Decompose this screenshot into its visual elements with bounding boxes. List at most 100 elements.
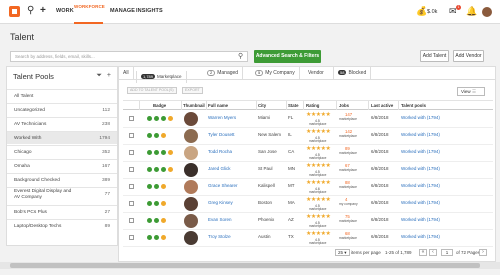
state-cell: MT <box>288 183 295 188</box>
talent-pool-link[interactable]: Worked with (1794) <box>401 166 440 171</box>
table-row[interactable]: Tyler Dousett New Salem IL ★★★★★ 4.5 marketpl… <box>123 128 493 145</box>
next-page-button[interactable]: › <box>479 249 487 256</box>
full-name-link[interactable]: Troy Stolze <box>208 234 231 239</box>
rating-source: marketplace <box>309 122 327 126</box>
talent-pool-link[interactable]: Worked with (1794) <box>401 200 440 205</box>
row-checkbox[interactable] <box>129 150 134 155</box>
pool-item-uncategorized[interactable]: Uncategorized 112 <box>7 103 117 116</box>
scrollbar-thumb[interactable] <box>10 263 480 268</box>
full-name-link[interactable]: Tyler Dousett <box>208 132 235 137</box>
first-page-button[interactable]: « <box>419 249 427 256</box>
budget-display[interactable]: $.0k <box>427 9 437 15</box>
pool-item-everest[interactable]: Everest Digital Display and AV Company 77 <box>7 187 117 204</box>
search-icon[interactable]: ⚲ <box>27 5 34 17</box>
table-row[interactable]: Evan Soren Phoenix AZ ★★★★★ 4.5 marketplace 75… <box>123 213 493 230</box>
search-input[interactable]: Search by address, fields, email, skills… <box>10 51 248 62</box>
talent-pool-link[interactable]: Worked with (1794) <box>401 183 440 188</box>
col-state[interactable]: State <box>288 103 299 108</box>
add-to-pool-button[interactable]: ADD TO TALENT POOL(S) <box>127 87 177 94</box>
tab-my-company[interactable]: 5 My Company <box>251 67 300 79</box>
export-button[interactable]: EXPORT <box>182 87 203 94</box>
add-vendor-button[interactable]: Add Vendor <box>453 50 484 62</box>
add-icon[interactable]: + <box>40 5 46 17</box>
pool-item-chicago[interactable]: Chicago 352 <box>7 145 117 158</box>
advanced-search-button[interactable]: Advanced Search & Filters <box>254 50 321 63</box>
col-rating[interactable]: Rating <box>306 103 319 108</box>
last-active-cell: 6/8/2018 <box>371 217 389 222</box>
add-talent-button[interactable]: Add Talent <box>420 50 449 62</box>
badge-icon <box>147 167 152 172</box>
state-cell: FL <box>288 115 294 120</box>
pool-item-background-checked[interactable]: Background Checked 389 <box>7 173 117 186</box>
talent-pool-link[interactable]: Worked with (1794) <box>401 234 440 239</box>
per-page-select[interactable]: 25 ▾ <box>335 249 350 256</box>
row-checkbox[interactable] <box>129 133 134 138</box>
badge-icon <box>161 116 166 121</box>
col-jobs[interactable]: Jobs <box>339 103 349 108</box>
col-badge[interactable]: Badge <box>153 103 166 108</box>
app-logo[interactable] <box>9 6 20 17</box>
user-avatar[interactable] <box>482 7 492 17</box>
full-name-link[interactable]: Grace Shearer <box>208 183 238 188</box>
row-checkbox[interactable] <box>129 218 134 223</box>
talent-pool-link[interactable]: Worked with (1794) <box>401 132 440 137</box>
row-checkbox[interactable] <box>129 167 134 172</box>
tab-blocked[interactable]: 58 Blocked <box>334 67 372 79</box>
page-input[interactable]: 1 <box>441 249 453 256</box>
pool-item-av-technicians[interactable]: AV Technicians 238 <box>7 117 117 130</box>
nav-work[interactable]: WORK <box>56 8 74 14</box>
full-name-link[interactable]: Todd Rocha <box>208 149 232 154</box>
nav-manage[interactable]: MANAGE <box>110 8 135 14</box>
tab-marketplace[interactable]: 1,789 Marketplace <box>136 71 187 83</box>
talent-pool-link[interactable]: Worked with (1794) <box>401 115 440 120</box>
col-full-name[interactable]: Full name <box>208 103 228 108</box>
nav-workforce[interactable]: WORKFORCE <box>74 4 105 9</box>
table-row[interactable]: Troy Stolze Austin TX ★★★★★ 4.5 marketplace 68… <box>123 230 493 247</box>
talent-pool-link[interactable]: Worked with (1794) <box>401 217 440 222</box>
table-row[interactable]: Warren Myers Miami FL ★★★★★ 4.5 marketplace 14… <box>123 111 493 128</box>
pool-item-omaha[interactable]: Omaha 167 <box>7 159 117 172</box>
pool-item-all-talent[interactable]: All Talent <box>7 89 117 102</box>
row-checkbox[interactable] <box>129 116 134 121</box>
full-name-link[interactable]: Jared Glick <box>208 166 231 171</box>
row-checkbox[interactable] <box>129 201 134 206</box>
bottom-band <box>0 269 500 275</box>
filter-icon[interactable]: ⏷ <box>96 72 102 79</box>
bell-icon[interactable]: 🔔 <box>466 6 477 16</box>
state-cell: CA <box>288 149 295 154</box>
col-city[interactable]: City <box>258 103 266 108</box>
col-thumbnail[interactable]: Thumbnail <box>183 103 205 108</box>
badge-icon <box>154 133 159 138</box>
col-last-active[interactable]: Last active <box>371 103 393 108</box>
horizontal-scrollbar[interactable] <box>0 262 500 269</box>
pool-item-worked-with[interactable]: Worked With 1794 <box>7 131 117 144</box>
col-talent-pools[interactable]: Talent pools <box>401 103 426 108</box>
table-row[interactable]: Greg Kinsey Boston MA ★★★★★ 4.5 marketplace 4 m… <box>123 196 493 213</box>
view-toggle-button[interactable]: View ☰ <box>457 87 485 96</box>
search-icon[interactable]: ⚲ <box>238 52 243 60</box>
table-row[interactable]: Grace Shearer Kalispell MT ★★★★★ 4.6 marketpl… <box>123 179 493 196</box>
badge-icon <box>168 116 173 121</box>
prev-page-button[interactable]: ‹ <box>429 249 437 256</box>
pools-actions: ⏷ + <box>96 72 111 80</box>
nav-insights[interactable]: INSIGHTS <box>136 8 163 14</box>
pool-label: Bob's PCs Plus <box>14 210 47 215</box>
table-row[interactable]: Todd Rocha San Jose CA ★★★★★ 4.5 marketplace 8… <box>123 145 493 162</box>
full-name-link[interactable]: Greg Kinsey <box>208 200 233 205</box>
pool-label: Uncategorized <box>14 108 45 113</box>
row-checkbox[interactable] <box>129 235 134 240</box>
jobs-source: my company <box>339 202 358 206</box>
add-pool-icon[interactable]: + <box>107 72 111 79</box>
full-name-link[interactable]: Warren Myers <box>208 115 236 120</box>
rating-stars-icon: ★★★★★ <box>306 112 331 118</box>
tab-all[interactable]: All <box>119 67 134 79</box>
table-row[interactable]: Jared Glick St Paul MN ★★★★★ 4.5 marketplace 6… <box>123 162 493 179</box>
city-cell: Kalispell <box>258 183 275 188</box>
full-name-link[interactable]: Evan Soren <box>208 217 232 222</box>
pool-item-laptop-desktop[interactable]: Laptop/Desktop Techs 89 <box>7 219 117 232</box>
tab-managed[interactable]: 2 Managed <box>203 67 244 79</box>
row-checkbox[interactable] <box>129 184 134 189</box>
talent-pool-link[interactable]: Worked with (1794) <box>401 149 440 154</box>
tab-vendor[interactable]: Vendor <box>304 67 334 79</box>
pool-item-bobs-pcs[interactable]: Bob's PCs Plus 27 <box>7 205 117 218</box>
